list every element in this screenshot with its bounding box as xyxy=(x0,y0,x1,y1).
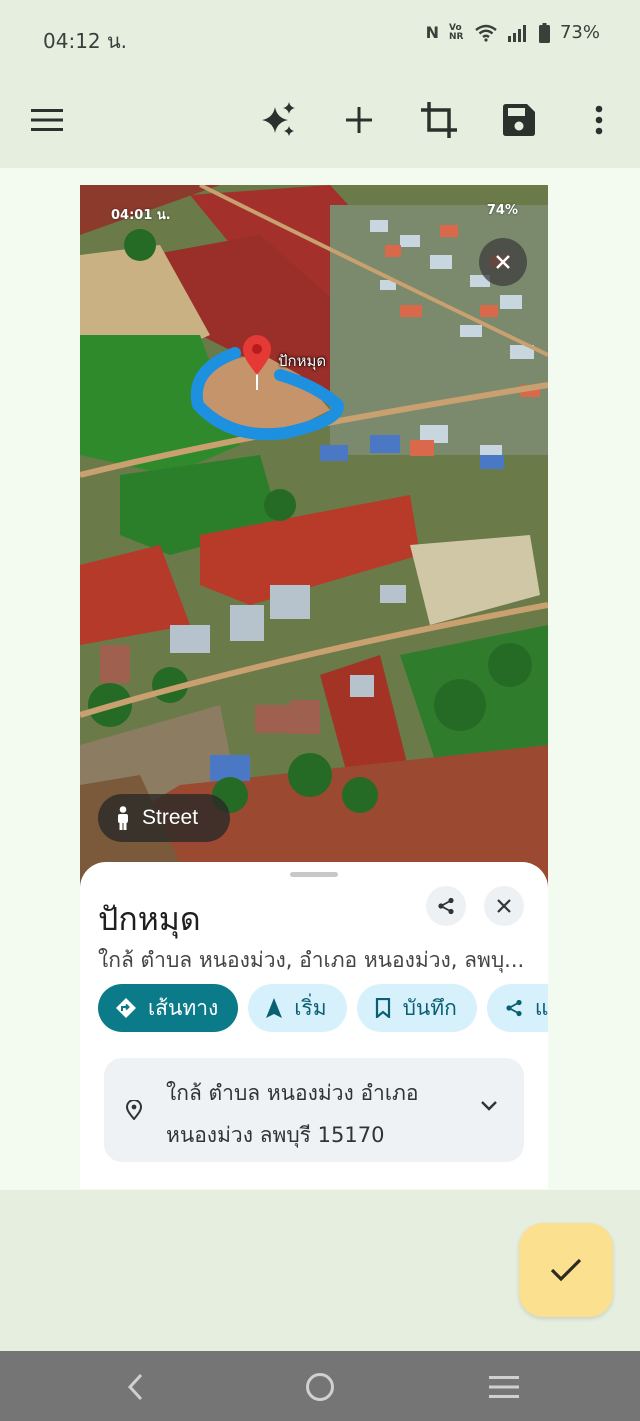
directions-chip: เส้นทาง xyxy=(98,984,239,1032)
inner-battery-percent: 74% xyxy=(486,203,518,218)
place-subtitle: ใกล้ ตำบล หนองม่วง, อำเภอ หนองม่วง, ลพบุ… xyxy=(98,948,525,972)
start-label: เริ่ม xyxy=(294,995,327,1020)
recents-button[interactable] xyxy=(482,1365,526,1409)
checkmark-icon xyxy=(550,1258,582,1282)
address-line-1: ใกล้ ตำบล หนองม่วง อำเภอ xyxy=(166,1081,419,1105)
inner-status-time: 04:01 น. xyxy=(111,208,171,223)
share-icon xyxy=(438,897,454,915)
menu-button[interactable] xyxy=(19,92,75,148)
home-button[interactable] xyxy=(298,1365,342,1409)
save-icon xyxy=(503,104,535,136)
place-title: ปักหมุด xyxy=(98,900,201,938)
close-icon xyxy=(496,255,510,269)
maps-screenshot: 04:01 น. 74% ปักหมุด Street ปักหมุด ใกล้… xyxy=(80,185,548,1189)
address-card: ใกล้ ตำบล หนองม่วง อำเภอ หนองม่วง ลพบุรี… xyxy=(104,1058,524,1162)
share-chip: แ xyxy=(486,984,548,1032)
close-sheet-button xyxy=(484,886,524,926)
recents-menu-icon xyxy=(489,1376,519,1398)
battery-icon xyxy=(538,22,550,43)
save-chip: บันทึก xyxy=(356,984,477,1032)
pegman-icon xyxy=(118,806,128,830)
street-label: Street xyxy=(142,806,199,829)
status-icons: N VoNR 73% xyxy=(426,22,600,43)
pin-label: ปักหมุด xyxy=(278,352,327,370)
share-round-button xyxy=(426,886,466,926)
map-close-button xyxy=(479,238,527,286)
close-icon xyxy=(497,899,511,913)
ai-enhance-button[interactable] xyxy=(251,92,307,148)
chevron-down-icon xyxy=(481,1101,497,1111)
plus-icon xyxy=(346,107,372,133)
add-button[interactable] xyxy=(331,92,387,148)
address-text: ใกล้ ตำบล หนองม่วง อำเภอ หนองม่วง ลพบุรี… xyxy=(166,1072,456,1156)
directions-icon xyxy=(116,998,136,1018)
battery-percent: 73% xyxy=(559,22,600,43)
sparkle-icon xyxy=(262,102,295,136)
system-navigation-bar xyxy=(0,1351,640,1421)
crop-button[interactable] xyxy=(411,92,467,148)
more-options-button[interactable] xyxy=(571,92,627,148)
street-view-chip: Street xyxy=(98,794,230,842)
signal-icon xyxy=(507,24,526,42)
save-label: บันทึก xyxy=(402,995,457,1020)
sheet-handle xyxy=(290,872,338,877)
start-chip: เริ่ม xyxy=(248,984,347,1032)
address-line-2: หนองม่วง ลพบุรี 15170 xyxy=(166,1123,385,1147)
crop-icon xyxy=(421,102,457,138)
editor-toolbar xyxy=(0,72,640,168)
nfc-icon: N xyxy=(425,23,439,42)
back-chevron-icon xyxy=(127,1373,143,1401)
share-icon xyxy=(506,999,522,1017)
more-vertical-icon xyxy=(595,105,603,135)
back-button[interactable] xyxy=(113,1365,157,1409)
location-pin-icon xyxy=(126,1100,142,1120)
status-bar: 04:12 น. N VoNR 73% xyxy=(0,0,640,72)
navigation-arrow-icon xyxy=(266,998,283,1018)
share-label: แ xyxy=(534,995,548,1020)
directions-label: เส้นทาง xyxy=(148,995,219,1020)
hamburger-menu-icon xyxy=(31,109,63,131)
vonr-icon: VoNR xyxy=(448,22,464,42)
place-bottom-sheet: ปักหมุด ใกล้ ตำบล หนองม่วง, อำเภอ หนองม่… xyxy=(80,862,548,1189)
bookmark-icon xyxy=(375,998,390,1018)
status-time: 04:12 น. xyxy=(43,29,128,53)
home-circle-icon xyxy=(306,1373,334,1401)
action-chips: เส้นทาง เริ่ม บันทึก แ xyxy=(98,984,548,1032)
confirm-button[interactable] xyxy=(519,1223,613,1317)
wifi-icon xyxy=(475,24,497,42)
save-button[interactable] xyxy=(491,92,547,148)
